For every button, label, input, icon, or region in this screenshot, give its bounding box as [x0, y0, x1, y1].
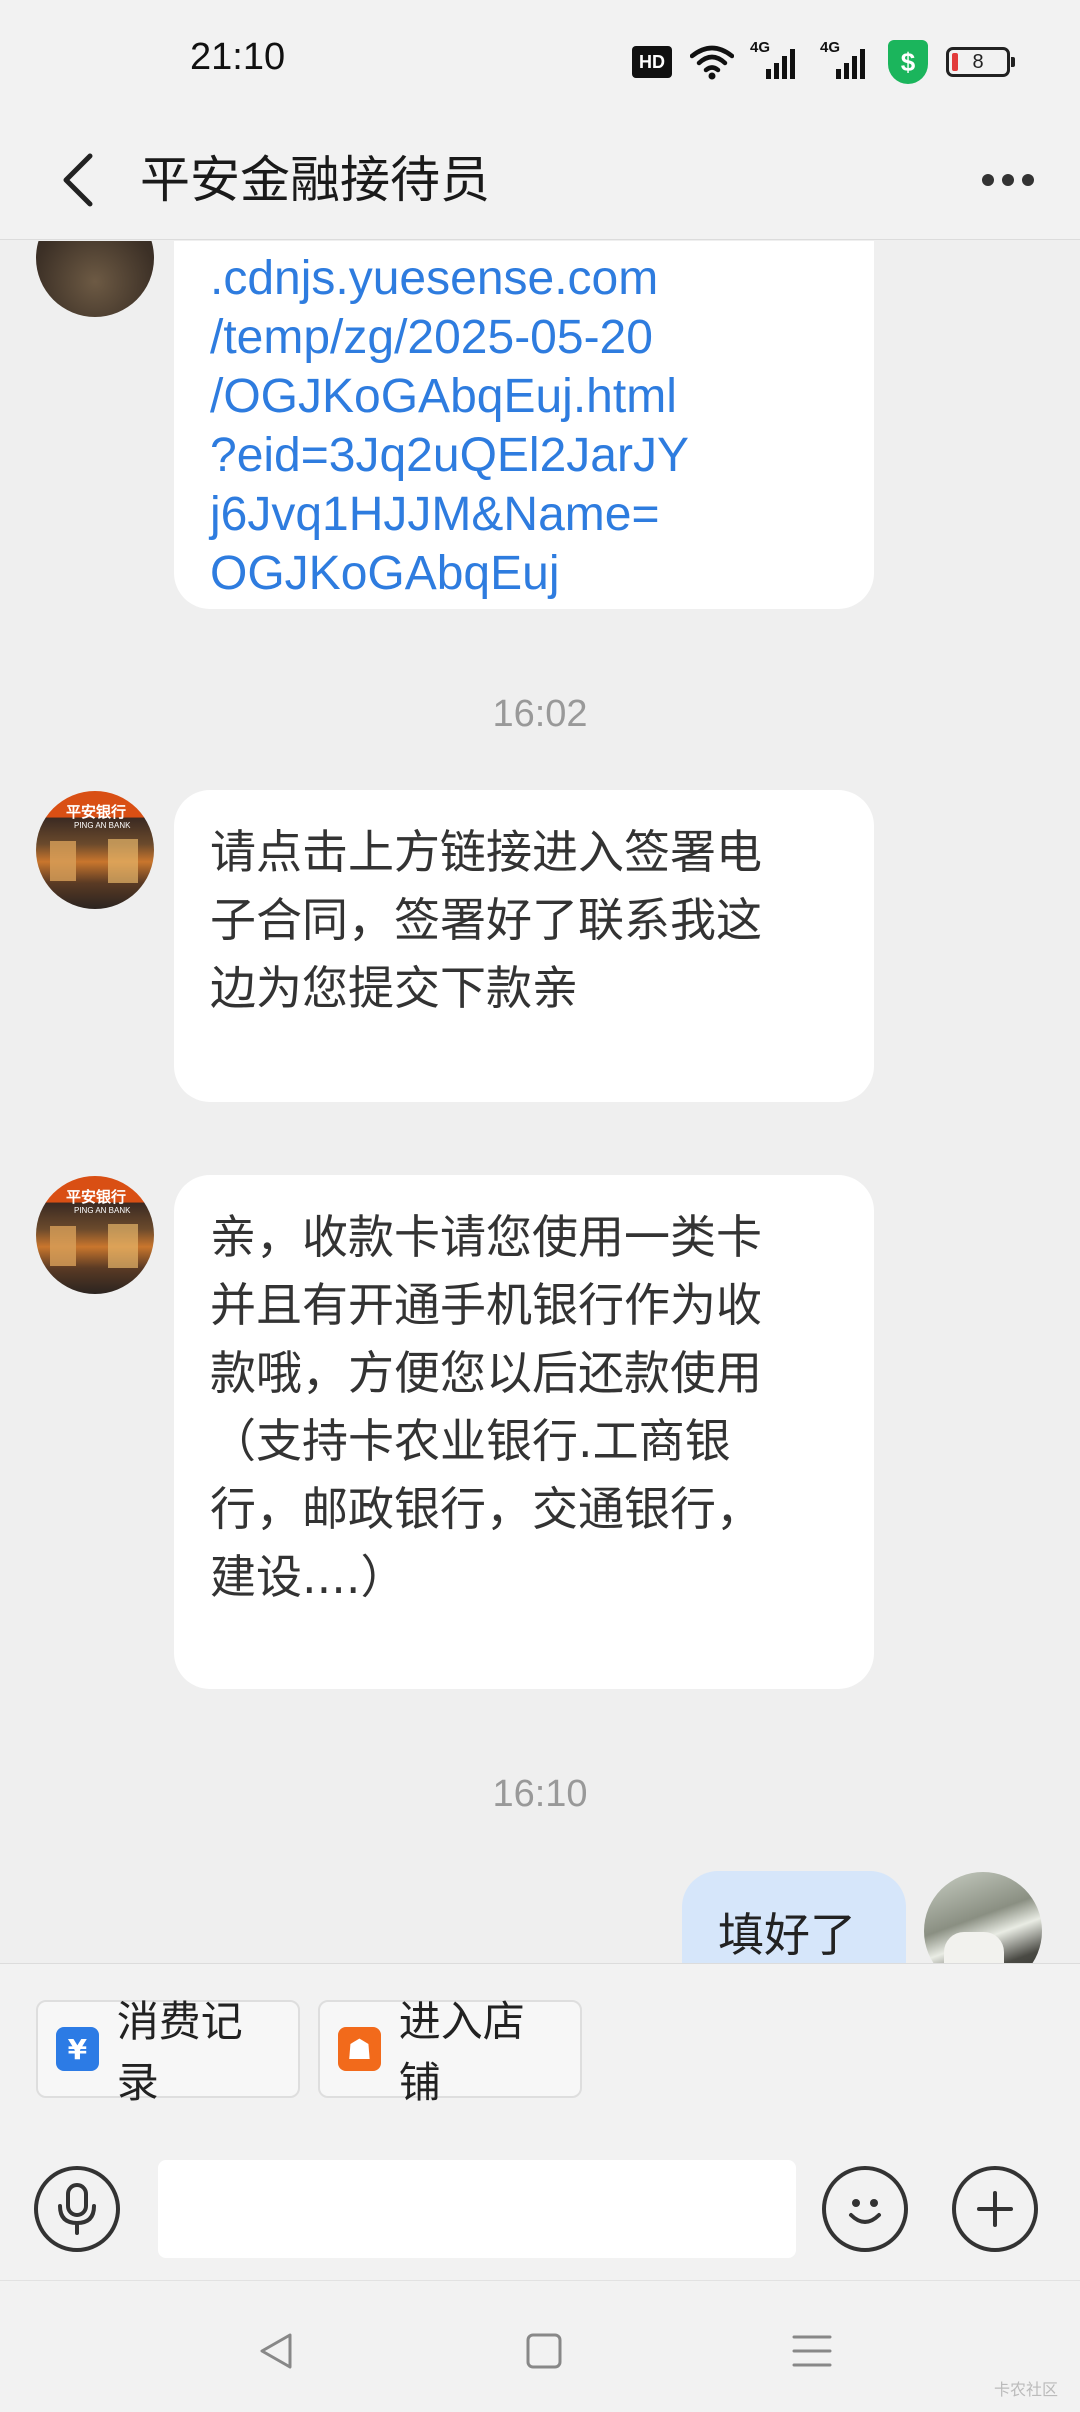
message-line: 款哦，方便您以后还款使用 — [210, 1346, 762, 1400]
link-line[interactable]: OGJKoGAbqEuj — [210, 544, 874, 603]
message-line: 建设....） — [210, 1550, 407, 1604]
more-dot — [1002, 174, 1014, 186]
hd-icon: HD — [632, 46, 672, 78]
timestamp: 16:10 — [492, 1773, 588, 1815]
message-line: 填好了 — [718, 1908, 856, 1962]
agent-avatar[interactable] — [36, 241, 154, 317]
avatar-sign-sub: PING AN BANK — [74, 821, 131, 830]
timestamp: 16:02 — [492, 693, 588, 735]
more-dot — [1022, 174, 1034, 186]
avatar-sign: 平安银行 — [66, 1188, 127, 1206]
consumption-records-button[interactable]: ¥ 消费记录 — [36, 1997, 300, 2107]
battery-icon: 8 — [946, 47, 1015, 77]
avatar-sign: 平安银行 — [66, 803, 127, 821]
status-time: 21:10 — [190, 36, 286, 78]
link-line[interactable]: j6Jvq1HJJM&Name= — [210, 485, 874, 544]
triangle-back-icon — [260, 2333, 292, 2369]
battery-level: 8 — [972, 50, 984, 73]
nav-back-button[interactable] — [236, 2311, 316, 2391]
system-nav-bar: 卡农社区 — [0, 2280, 1080, 2412]
records-label: 消费记录 — [116, 1997, 243, 2107]
chat-header: 平安金融接待员 — [0, 120, 1080, 240]
agent-avatar[interactable]: 平安银行 PING AN BANK — [36, 1176, 154, 1294]
avatar-detail — [108, 839, 138, 883]
menu-lines-icon — [792, 2335, 832, 2367]
nav-menu-button[interactable] — [772, 2311, 852, 2391]
square-home-icon — [526, 2333, 562, 2369]
message-line: 请点击上方链接进入签署电 — [210, 825, 762, 879]
page-title: 平安金融接待员 — [140, 151, 490, 209]
back-button[interactable] — [40, 142, 116, 218]
chevron-left-icon — [63, 153, 93, 207]
my-avatar[interactable]: 日 晚 — [924, 1872, 1042, 1963]
link-line[interactable]: /OGJKoGAbqEuj.html — [210, 367, 874, 426]
plus-button[interactable] — [952, 2166, 1038, 2252]
message-line: 子合同，签署好了联系我这 — [210, 893, 762, 947]
link-line[interactable]: /temp/zg/2025-05-20 — [210, 308, 874, 367]
security-shield-icon: $ — [888, 40, 928, 84]
message-line: 行，邮政银行，交通银行， — [210, 1482, 762, 1536]
text-message[interactable]: 亲，收款卡请您使用一类卡 并且有开通手机银行作为收 款哦，方便您以后还款使用 （… — [174, 1175, 874, 1689]
text-message[interactable]: 请点击上方链接进入签署电 子合同，签署好了联系我这 边为您提交下款亲 — [174, 790, 874, 1102]
plus-icon — [977, 2191, 1013, 2227]
wifi-icon — [690, 45, 734, 80]
message-line: 并且有开通手机银行作为收 — [210, 1278, 762, 1332]
message-line: 亲，收款卡请您使用一类卡 — [210, 1210, 762, 1264]
avatar-detail — [944, 1932, 1004, 1963]
agent-avatar[interactable]: 平安银行 PING AN BANK — [36, 791, 154, 909]
avatar-sign-sub: PING AN BANK — [74, 1206, 131, 1215]
nav-home-button[interactable] — [504, 2311, 584, 2391]
emoji-button[interactable] — [822, 2166, 908, 2252]
avatar-detail — [50, 1226, 76, 1266]
chat-area[interactable]: .cdnjs.yuesense.com /temp/zg/2025-05-20 … — [0, 241, 1080, 1963]
input-bar — [0, 2143, 1080, 2280]
link-line[interactable]: ?eid=3Jq2uQEl2JarJY — [210, 426, 874, 485]
avatar-detail — [50, 841, 76, 881]
message-line: （支持卡农业银行.工商银 — [210, 1414, 731, 1468]
message-line: 边为您提交下款亲 — [210, 961, 578, 1015]
signal-icon: 4G — [750, 39, 798, 79]
signal-icon: 4G — [816, 39, 870, 79]
enter-shop-button[interactable]: ☗ 进入店铺 — [318, 1997, 582, 2107]
smiley-icon — [849, 2199, 881, 2224]
status-icons: HD 4G 4G $ 8 — [632, 38, 1015, 86]
avatar-detail — [108, 1224, 138, 1268]
watermark: 卡农社区 — [993, 2382, 1058, 2399]
voice-button[interactable] — [34, 2166, 120, 2252]
yuan-icon: ¥ — [56, 2027, 99, 2071]
status-bar: 21:10 HD 4G 4G $ 8 — [0, 0, 1080, 120]
message-input[interactable] — [158, 2160, 796, 2258]
microphone-icon — [58, 2183, 96, 2235]
link-line[interactable]: .cdnjs.yuesense.com — [210, 249, 874, 308]
my-message[interactable]: 填好了 — [682, 1871, 906, 1963]
shop-label: 进入店铺 — [398, 1997, 525, 2107]
more-button[interactable] — [968, 150, 1048, 210]
shop-icon: ☗ — [338, 2027, 381, 2071]
more-dots-icon — [982, 174, 994, 186]
link-message[interactable]: .cdnjs.yuesense.com /temp/zg/2025-05-20 … — [174, 241, 874, 609]
quick-action-bar: ¥ 消费记录 ☗ 进入店铺 — [0, 1963, 1080, 2143]
